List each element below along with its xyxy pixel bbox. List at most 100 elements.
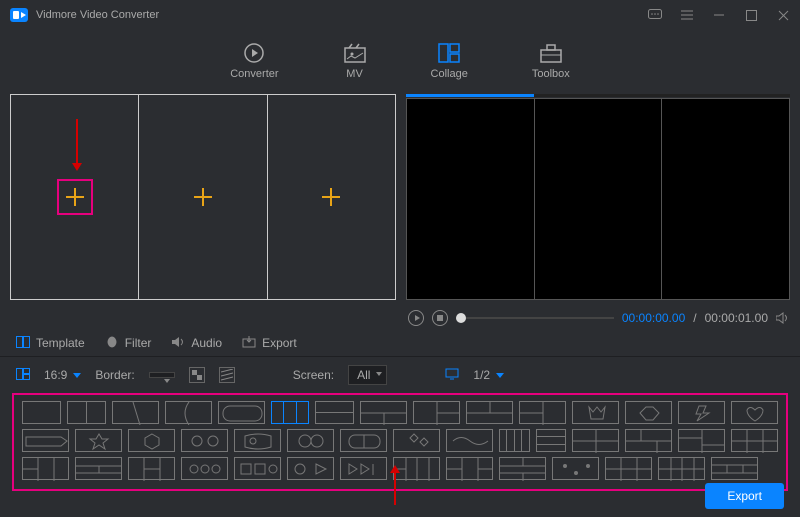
template-item[interactable] [181,457,228,480]
template-item[interactable] [731,429,778,452]
section-label: Export [262,336,297,350]
template-item[interactable] [181,429,228,452]
converter-icon [242,42,266,64]
border-style-select[interactable] [149,372,175,378]
app-title: Vidmore Video Converter [36,9,159,21]
template-grid [12,393,788,491]
preview-cell [535,99,663,299]
template-item[interactable] [234,457,281,480]
seek-slider[interactable] [456,317,614,319]
menu-icon[interactable] [680,8,694,22]
play-button[interactable] [408,310,424,326]
template-item[interactable] [128,429,175,452]
border-pattern-button[interactable] [219,367,235,383]
template-item[interactable] [413,401,460,424]
section-label: Filter [125,336,152,350]
feedback-icon[interactable] [648,8,662,22]
stop-button[interactable] [432,310,448,326]
preview-cell [662,99,789,299]
template-item[interactable] [536,429,567,452]
template-item[interactable] [572,401,619,424]
template-item[interactable] [112,401,159,424]
template-item[interactable] [446,429,493,452]
page-indicator[interactable]: 1/2 [473,368,504,382]
preview-tab[interactable] [406,94,534,97]
template-item[interactable] [499,457,546,480]
aspect-ratio-select[interactable]: 16:9 [44,368,81,382]
screen-select[interactable]: All [348,365,387,385]
titlebar: Vidmore Video Converter [0,0,800,30]
collage-cell[interactable] [139,95,267,299]
template-item[interactable] [315,401,354,424]
annotation-arrow-icon [394,469,396,505]
template-item[interactable] [711,457,758,480]
section-label: Template [36,336,85,350]
add-icon [66,188,84,206]
template-item[interactable] [165,401,212,424]
template-item[interactable] [22,401,61,424]
tab-converter[interactable]: Converter [222,38,286,84]
minimize-button[interactable] [712,8,726,22]
template-item[interactable] [446,457,493,480]
preview-tab[interactable] [662,94,790,97]
template-item[interactable] [625,401,672,424]
template-item[interactable] [340,457,387,480]
tab-label: Converter [230,68,278,80]
tab-toolbox[interactable]: Toolbox [524,38,578,84]
border-color-picker[interactable] [189,367,205,383]
template-item[interactable] [287,429,334,452]
section-export[interactable]: Export [242,336,297,350]
screen-value: All [357,368,370,382]
template-item[interactable] [393,457,440,480]
template-item[interactable] [678,429,725,452]
tab-mv[interactable]: MV [335,38,375,84]
template-item[interactable] [466,401,513,424]
preview-pane [406,94,790,300]
main-nav: Converter MV Collage Toolbox [0,30,800,88]
template-item[interactable] [678,401,725,424]
volume-icon[interactable] [776,312,790,324]
chevron-down-icon [496,373,504,378]
template-item[interactable] [605,457,652,480]
preview-tab[interactable] [534,94,662,97]
screen-label: Screen: [293,368,334,382]
player-controls: 00:00:00.00/00:00:01.00 [0,306,800,330]
template-item[interactable] [519,401,566,424]
template-item[interactable] [271,401,310,424]
tab-label: MV [346,68,363,80]
template-item[interactable] [75,429,122,452]
section-template[interactable]: Template [16,336,85,350]
template-icon [16,336,30,350]
section-filter[interactable]: Filter [105,336,152,350]
layout-icon[interactable] [16,368,30,382]
template-item[interactable] [499,429,530,452]
template-item[interactable] [22,429,69,452]
template-item[interactable] [552,457,599,480]
display-icon[interactable] [445,368,459,382]
template-item[interactable] [22,457,69,480]
template-item[interactable] [287,457,334,480]
seek-knob[interactable] [456,313,466,323]
close-button[interactable] [776,8,790,22]
template-item[interactable] [75,457,122,480]
template-item[interactable] [234,429,281,452]
template-item[interactable] [218,401,265,424]
template-item[interactable] [360,401,407,424]
export-button[interactable]: Export [705,483,784,509]
template-item[interactable] [658,457,705,480]
template-item[interactable] [340,429,387,452]
template-item[interactable] [128,457,175,480]
audio-icon [171,336,185,350]
maximize-button[interactable] [744,8,758,22]
ratio-value: 16:9 [44,368,67,382]
section-audio[interactable]: Audio [171,336,222,350]
tab-collage[interactable]: Collage [423,38,476,84]
template-item[interactable] [572,429,619,452]
template-item[interactable] [67,401,106,424]
toolbox-icon [539,42,563,64]
template-item[interactable] [393,429,440,452]
template-item[interactable] [625,429,672,452]
collage-cell[interactable] [268,95,395,299]
tab-label: Collage [431,68,468,80]
template-item[interactable] [731,401,778,424]
